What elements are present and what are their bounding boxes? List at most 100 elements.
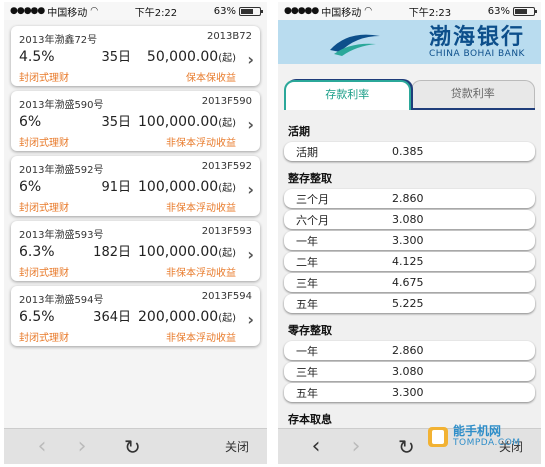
product-term: 91日 [101,180,131,195]
status-time: 下午2:23 [408,7,452,19]
rate-term: 二年 [296,255,318,269]
rate-value: 2.860 [392,192,424,205]
rate-row: 二年 4.125 [284,252,535,271]
signal-icon: ●●●●● [284,6,319,16]
rate-value: 4.125 [392,255,424,268]
battery-icon [512,6,537,16]
rate-row: 五年 5.225 [284,294,535,313]
product-amount: 100,000.00(起) [138,244,236,260]
rate-value: 0.385 [392,145,424,158]
product-code: 2013F590 [201,96,252,107]
battery-icon [238,6,263,16]
rate-term: 三个月 [296,192,329,206]
bank-name-cn: 渤海银行 [428,24,525,50]
rate-term: 活期 [296,145,318,159]
bank-name-en: CHINA BOHAI BANK [429,49,525,59]
product-name: 2013年渤盛592号 [19,165,104,176]
product-card[interactable]: 2013年渤盛590号 2013F590 6% 35日 100,000.00(起) 封闭式… [11,91,260,151]
product-guarantee: 非保本浮动收益 [166,268,236,279]
product-card[interactable]: 2013年渤鑫72号 2013B72 4.5% 35日 50,000.00(起) 封闭式理… [11,26,260,86]
chevron-right-icon: › [247,50,254,69]
product-name: 2013年渤盛593号 [19,230,104,241]
watermark-text: 能手机网 [453,424,502,438]
product-rate: 6% [19,114,42,130]
product-name: 2013年渤盛594号 [19,295,104,306]
rate-row: 六个月 3.080 [284,210,535,229]
product-guarantee: 非保本浮动收益 [166,203,236,214]
rate-term: 五年 [296,386,318,400]
tab-deposit-rate[interactable]: 存款利率 [284,80,411,110]
rate-row: 一年 3.300 [284,231,535,250]
product-rate: 4.5% [19,49,55,65]
rate-value: 3.080 [392,365,424,378]
right-phone-screen: ●●●●● 中国移动 ◠ 下午2:23 63% 渤海银行 CHINA BOHAI… [278,2,541,464]
rate-row: 三个月 2.860 [284,189,535,208]
rate-value: 3.300 [392,234,424,247]
chevron-right-icon: › [247,245,254,264]
product-type: 封闭式理财 [19,203,69,214]
product-type: 封闭式理财 [19,268,69,279]
rate-term: 一年 [296,234,318,248]
product-rate: 6% [19,179,42,195]
rate-row: 三年 4.675 [284,273,535,292]
product-card[interactable]: 2013年渤盛593号 2013F593 6.3% 182日 100,000.00(起)… [11,221,260,281]
battery-percent: 63% [487,5,510,17]
rate-row: 三年 3.080 [284,362,535,381]
rate-row: 五年 3.300 [284,383,535,402]
rate-value: 4.675 [392,276,424,289]
rate-row: 一年 2.860 [284,341,535,360]
product-type: 封闭式理财 [19,138,69,149]
chevron-right-icon: › [247,180,254,199]
product-amount: 100,000.00(起) [138,179,236,195]
forward-arrow-icon[interactable]: › [336,434,376,459]
rate-term: 五年 [296,297,318,311]
product-amount: 200,000.00(起) [138,309,236,325]
chevron-right-icon: › [247,115,254,134]
product-amount: 100,000.00(起) [138,114,236,130]
rate-value: 5.225 [392,297,424,310]
bank-name-block: 渤海银行 CHINA BOHAI BANK [429,25,525,59]
battery-percent: 63% [213,5,236,17]
forward-arrow-icon[interactable]: › [62,434,102,459]
browser-toolbar: ‹ › ↻ 关闭 [4,428,267,464]
reload-icon[interactable]: ↻ [124,435,141,459]
left-phone-screen: ●●●●● 中国移动 ◠ 下午2:22 63% 2013年渤鑫72号 2013B7… [4,2,267,464]
rate-term: 一年 [296,344,318,358]
tab-loan-rate[interactable]: 贷款利率 [410,80,535,110]
close-button[interactable]: 关闭 [225,438,249,455]
back-arrow-icon[interactable]: ‹ [22,434,62,459]
reload-icon[interactable]: ↻ [398,435,415,459]
chevron-right-icon: › [247,310,254,329]
product-name: 2013年渤鑫72号 [19,35,98,46]
watermark-logo-icon [428,427,448,447]
rate-value: 3.300 [392,386,424,399]
status-bar: ●●●●● 中国移动 ◠ 下午2:22 63% [4,2,267,20]
product-guarantee: 保本保收益 [186,73,236,84]
rate-row: 活期 0.385 [284,142,535,161]
site-watermark: 能手机网 TOMPDA.COM [423,420,533,460]
rate-term: 三年 [296,276,318,290]
rate-value: 2.860 [392,344,424,357]
section-title: 零存整取 [288,324,332,337]
product-code: 2013B72 [206,31,252,42]
rate-term: 六个月 [296,213,329,227]
product-term: 35日 [101,50,131,65]
product-list: 2013年渤鑫72号 2013B72 4.5% 35日 50,000.00(起) 封闭式理… [4,20,267,346]
back-arrow-icon[interactable]: ‹ [296,434,336,459]
product-card[interactable]: 2013年渤盛592号 2013F592 6% 91日 100,000.00(起) 封闭式… [11,156,260,216]
product-name: 2013年渤盛590号 [19,100,104,111]
product-guarantee: 非保本浮动收益 [166,333,236,344]
rate-term: 三年 [296,365,318,379]
product-rate: 6.3% [19,244,55,260]
bank-banner: 渤海银行 CHINA BOHAI BANK [278,20,541,64]
product-type: 封闭式理财 [19,73,69,84]
product-card[interactable]: 2013年渤盛594号 2013F594 6.5% 364日 200,000.00(起)… [11,286,260,346]
product-term: 35日 [101,115,131,130]
product-guarantee: 非保本浮动收益 [166,138,236,149]
product-code: 2013F593 [201,226,252,237]
product-code: 2013F594 [201,291,252,302]
rate-tabs: 存款利率 贷款利率 [284,80,535,110]
bank-logo-icon [330,34,380,56]
section-title: 活期 [288,125,310,138]
carrier-label: 中国移动 [321,7,362,19]
